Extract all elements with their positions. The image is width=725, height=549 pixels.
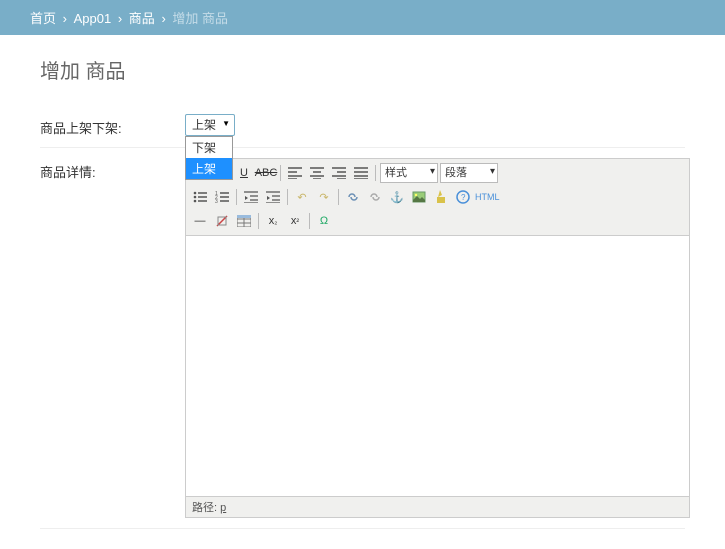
image-button[interactable] xyxy=(409,187,429,207)
help-button[interactable]: ? xyxy=(453,187,473,207)
breadcrumb-sep: › xyxy=(161,11,165,26)
unlink-button[interactable] xyxy=(365,187,385,207)
table-button[interactable] xyxy=(234,211,254,231)
toolbar-separator xyxy=(236,189,237,205)
detail-label: 商品详情: xyxy=(40,158,185,181)
editor-content-area[interactable] xyxy=(186,236,689,496)
strike-button[interactable]: ABC xyxy=(256,163,276,183)
link-button[interactable] xyxy=(343,187,363,207)
remove-format-button[interactable] xyxy=(212,211,232,231)
page-title: 增加 商品 xyxy=(40,55,685,84)
special-char-button[interactable]: Ω xyxy=(314,211,334,231)
number-list-button[interactable]: 123 xyxy=(212,187,232,207)
outdent-button[interactable] xyxy=(241,187,261,207)
editor-toolbar: B I U ABC xyxy=(186,159,689,236)
toolbar-separator xyxy=(258,213,259,229)
shelf-select[interactable]: 上架 xyxy=(185,114,235,136)
hr-button[interactable]: — xyxy=(190,211,210,231)
cleanup-button[interactable] xyxy=(431,187,451,207)
bullet-list-button[interactable] xyxy=(190,187,210,207)
breadcrumb-home[interactable]: 首页 xyxy=(30,11,56,26)
superscript-button[interactable]: x² xyxy=(285,211,305,231)
align-right-button[interactable] xyxy=(329,163,349,183)
toolbar-separator xyxy=(309,213,310,229)
editor-statusbar: 路径: p xyxy=(186,496,689,517)
svg-text:3: 3 xyxy=(215,199,218,203)
breadcrumb-current: 增加 商品 xyxy=(172,11,228,26)
underline-button[interactable]: U xyxy=(234,163,254,183)
shelf-select-value: 上架 xyxy=(192,118,216,132)
shelf-option-off[interactable]: 下架 xyxy=(186,137,232,158)
shelf-dropdown: 下架 上架 xyxy=(185,136,233,180)
status-path[interactable]: p xyxy=(220,502,226,514)
breadcrumb-app[interactable]: App01 xyxy=(74,11,112,26)
format-select[interactable]: 段落 xyxy=(440,163,498,183)
toolbar-separator xyxy=(338,189,339,205)
status-prefix: 路径: xyxy=(192,502,217,514)
anchor-button[interactable]: ⚓ xyxy=(387,187,407,207)
align-left-button[interactable] xyxy=(285,163,305,183)
toolbar-separator xyxy=(280,165,281,181)
align-justify-button[interactable] xyxy=(351,163,371,183)
style-select[interactable]: 样式 xyxy=(380,163,438,183)
breadcrumb: 首页 › App01 › 商品 › 增加 商品 xyxy=(0,0,725,35)
toolbar-separator xyxy=(287,189,288,205)
breadcrumb-sep: › xyxy=(63,11,67,26)
toolbar-separator xyxy=(375,165,376,181)
svg-text:?: ? xyxy=(461,193,466,202)
breadcrumb-sep: › xyxy=(118,11,122,26)
subscript-button[interactable]: x₂ xyxy=(263,211,283,231)
redo-button[interactable]: ↷ xyxy=(314,187,334,207)
align-center-button[interactable] xyxy=(307,163,327,183)
shelf-label: 商品上架下架: xyxy=(40,114,185,137)
html-button[interactable]: HTML xyxy=(475,187,500,207)
shelf-option-on[interactable]: 上架 xyxy=(186,158,232,179)
breadcrumb-model[interactable]: 商品 xyxy=(129,11,155,26)
undo-button[interactable]: ↶ xyxy=(292,187,312,207)
indent-button[interactable] xyxy=(263,187,283,207)
rich-text-editor: B I U ABC xyxy=(185,158,690,518)
